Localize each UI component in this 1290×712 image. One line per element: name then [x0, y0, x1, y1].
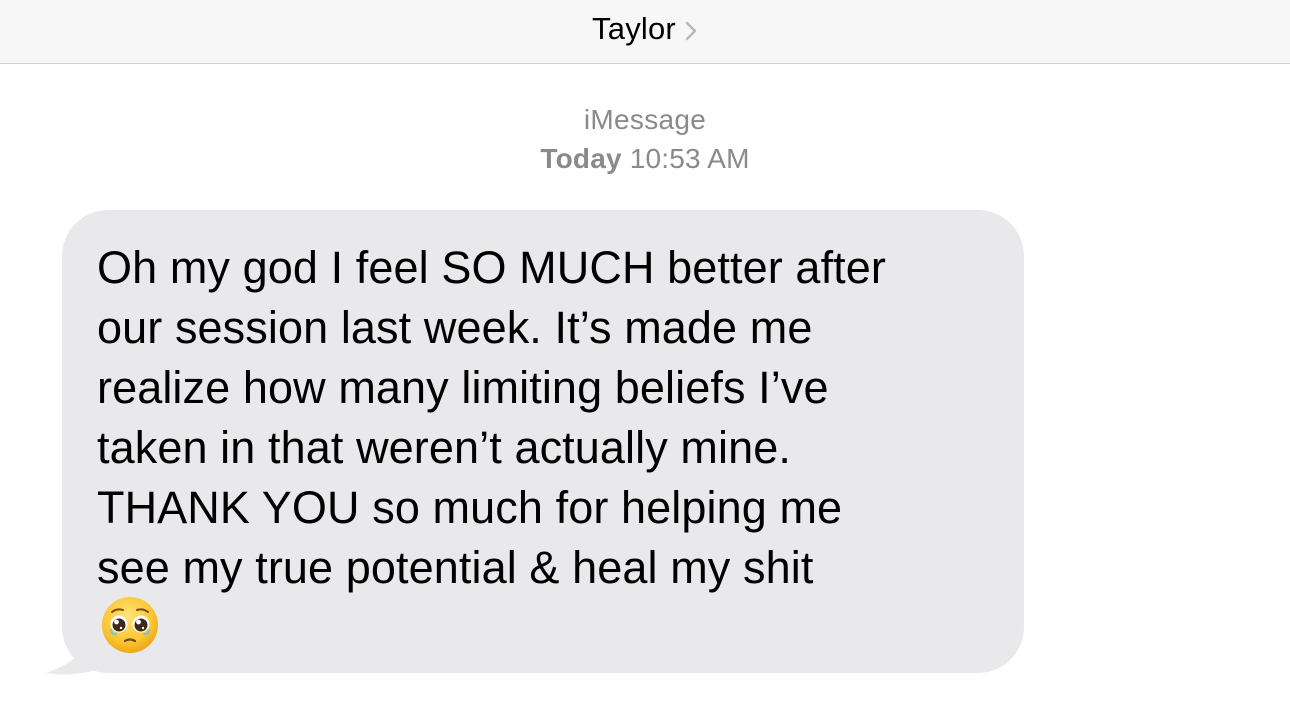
- contact-name: Taylor: [592, 11, 676, 46]
- incoming-message-bubble[interactable]: Oh my god I feel SO MUCH better after ou…: [40, 208, 1030, 678]
- timestamp-day: Today: [540, 143, 622, 174]
- timestamp-time: 10:53 AM: [629, 143, 750, 174]
- message-timestamp: Today 10:53 AM: [0, 143, 1290, 175]
- conversation-header: Taylor: [0, 0, 1290, 64]
- contact-name-button[interactable]: Taylor: [0, 8, 1290, 50]
- messages-screen: Taylor iMessage Today 10:53 AM Oh my god…: [0, 0, 1290, 712]
- service-label: iMessage: [583, 104, 707, 135]
- message-text: Oh my god I feel SO MUCH better after ou…: [97, 242, 886, 593]
- chevron-right-icon: [685, 21, 697, 40]
- pleading-face-icon: [102, 597, 158, 653]
